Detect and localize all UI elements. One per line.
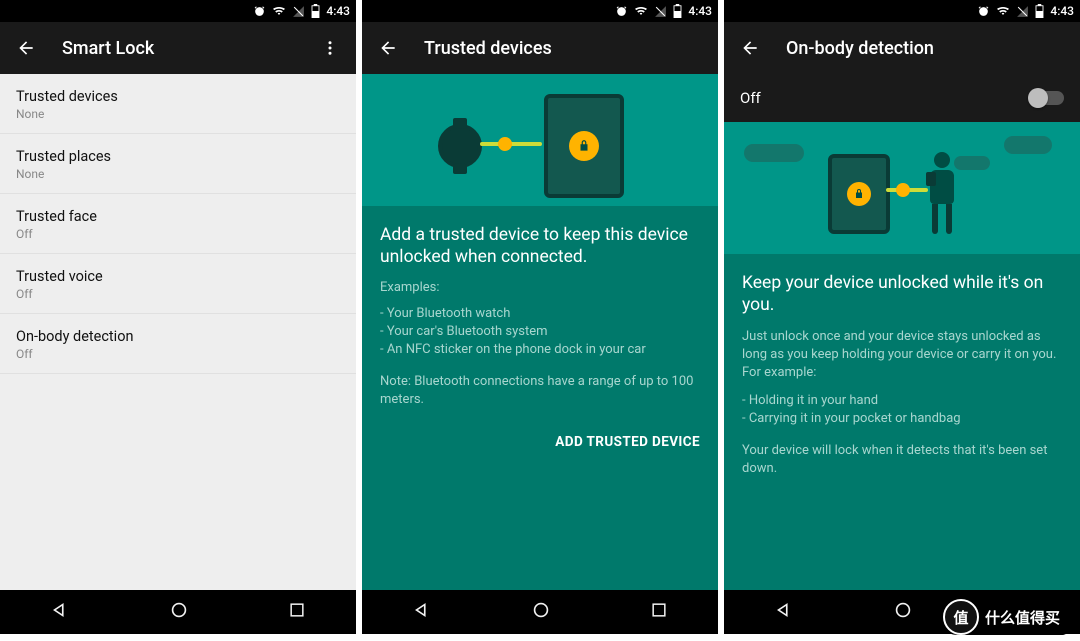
appbar: Smart Lock xyxy=(0,22,356,74)
cloud-icon xyxy=(954,156,990,170)
example-line: - Your Bluetooth watch xyxy=(380,305,700,323)
wifi-icon xyxy=(272,5,286,18)
back-button[interactable] xyxy=(376,36,400,60)
stage: 4:43 Smart Lock Trusted devices None Tru… xyxy=(0,0,1080,641)
toggle-label: Off xyxy=(740,89,761,107)
page-title: On-body detection xyxy=(786,38,934,59)
trusted-devices-content: Add a trusted device to keep this device… xyxy=(362,74,718,634)
phone-on-body-detection: 4:43 On-body detection Off xyxy=(724,0,1080,634)
list-item-subtitle: None xyxy=(16,107,340,121)
tablet-icon xyxy=(544,94,624,198)
item-trusted-voice[interactable]: Trusted voice Off xyxy=(0,254,356,314)
phone-trusted-devices: 4:43 Trusted devices Add a xyxy=(362,0,718,634)
headline: Add a trusted device to keep this device… xyxy=(380,224,700,268)
list-item-subtitle: None xyxy=(16,167,340,181)
example-line: - Carrying it in your pocket or handbag xyxy=(742,410,1062,428)
nav-back-icon[interactable] xyxy=(49,599,71,625)
alarm-icon xyxy=(977,5,990,18)
status-bar: 4:43 xyxy=(0,0,356,22)
battery-icon xyxy=(1035,4,1044,18)
phone-smart-lock: 4:43 Smart Lock Trusted devices None Tru… xyxy=(0,0,356,634)
nav-home-icon[interactable] xyxy=(892,599,914,625)
status-time: 4:43 xyxy=(688,4,712,18)
cloud-icon xyxy=(1004,136,1052,154)
appbar: On-body detection xyxy=(724,22,1080,74)
appbar: Trusted devices xyxy=(362,22,718,74)
status-time: 4:43 xyxy=(1050,4,1074,18)
note-text: Note: Bluetooth connections have a range… xyxy=(380,373,700,409)
item-trusted-face[interactable]: Trusted face Off xyxy=(0,194,356,254)
page-title: Trusted devices xyxy=(424,38,552,59)
watch-icon xyxy=(438,124,482,168)
nav-recent-icon[interactable] xyxy=(649,600,669,624)
note-text: Your device will lock when it detects th… xyxy=(742,442,1062,478)
nav-back-icon[interactable] xyxy=(411,599,433,625)
examples-label: Examples: xyxy=(380,280,700,295)
cloud-icon xyxy=(744,144,804,162)
list-item-title: On-body detection xyxy=(16,328,340,345)
status-bar: 4:43 xyxy=(724,0,1080,22)
item-on-body-detection[interactable]: On-body detection Off xyxy=(0,314,356,374)
person-icon xyxy=(934,152,954,234)
on-body-content: Keep your device unlocked while it's on … xyxy=(724,122,1080,634)
phone-in-hand-icon xyxy=(926,172,936,186)
text-content: Keep your device unlocked while it's on … xyxy=(724,254,1080,478)
list-item-subtitle: Off xyxy=(16,227,340,241)
list-item-subtitle: Off xyxy=(16,287,340,301)
alarm-icon xyxy=(253,5,266,18)
smart-lock-list: Trusted devices None Trusted places None… xyxy=(0,74,356,634)
no-signal-icon xyxy=(1016,5,1029,18)
page-title: Smart Lock xyxy=(62,38,154,59)
back-button[interactable] xyxy=(738,36,762,60)
wifi-icon xyxy=(996,5,1010,18)
item-trusted-places[interactable]: Trusted places None xyxy=(0,134,356,194)
watermark: 值 什么值得买 xyxy=(939,599,1068,635)
no-signal-icon xyxy=(654,5,667,18)
nav-home-icon[interactable] xyxy=(168,599,190,625)
nav-bar xyxy=(0,590,356,634)
example-line: - Holding it in your hand xyxy=(742,392,1062,410)
signal-dot-icon xyxy=(896,183,910,197)
example-line: - An NFC sticker on the phone dock in yo… xyxy=(380,341,700,359)
toggle-row[interactable]: Off xyxy=(724,74,1080,122)
back-button[interactable] xyxy=(14,36,38,60)
list-item-title: Trusted voice xyxy=(16,268,340,285)
examples-list: - Your Bluetooth watch - Your car's Blue… xyxy=(380,305,700,359)
switch-knob xyxy=(1028,88,1048,108)
lock-icon xyxy=(847,182,871,206)
alarm-icon xyxy=(615,5,628,18)
nav-home-icon[interactable] xyxy=(530,599,552,625)
list-item-subtitle: Off xyxy=(16,347,340,361)
list-item-title: Trusted places xyxy=(16,148,340,165)
lock-icon xyxy=(569,131,599,161)
hero-illustration xyxy=(724,122,1080,254)
example-line: - Your car's Bluetooth system xyxy=(380,323,700,341)
no-signal-icon xyxy=(292,5,305,18)
description: Just unlock once and your device stays u… xyxy=(742,328,1062,382)
add-trusted-device-button[interactable]: ADD TRUSTED DEVICE xyxy=(555,434,700,450)
nav-back-icon[interactable] xyxy=(773,599,795,625)
status-time: 4:43 xyxy=(326,4,350,18)
nav-bar xyxy=(362,590,718,634)
examples-list: - Holding it in your hand - Carrying it … xyxy=(742,392,1062,428)
battery-icon xyxy=(673,4,682,18)
list-item-title: Trusted devices xyxy=(16,88,340,105)
watermark-text: 什么值得买 xyxy=(985,607,1060,628)
list-item-title: Trusted face xyxy=(16,208,340,225)
signal-dot-icon xyxy=(498,137,512,151)
watermark-badge: 值 xyxy=(943,599,979,635)
more-menu-button[interactable] xyxy=(318,36,342,60)
headline: Keep your device unlocked while it's on … xyxy=(742,272,1062,316)
toggle-switch[interactable] xyxy=(1030,91,1064,105)
item-trusted-devices[interactable]: Trusted devices None xyxy=(0,74,356,134)
wifi-icon xyxy=(634,5,648,18)
text-content: Add a trusted device to keep this device… xyxy=(362,206,718,409)
nav-recent-icon[interactable] xyxy=(287,600,307,624)
tablet-icon xyxy=(828,154,890,234)
battery-icon xyxy=(311,4,320,18)
status-bar: 4:43 xyxy=(362,0,718,22)
hero-illustration xyxy=(362,74,718,206)
